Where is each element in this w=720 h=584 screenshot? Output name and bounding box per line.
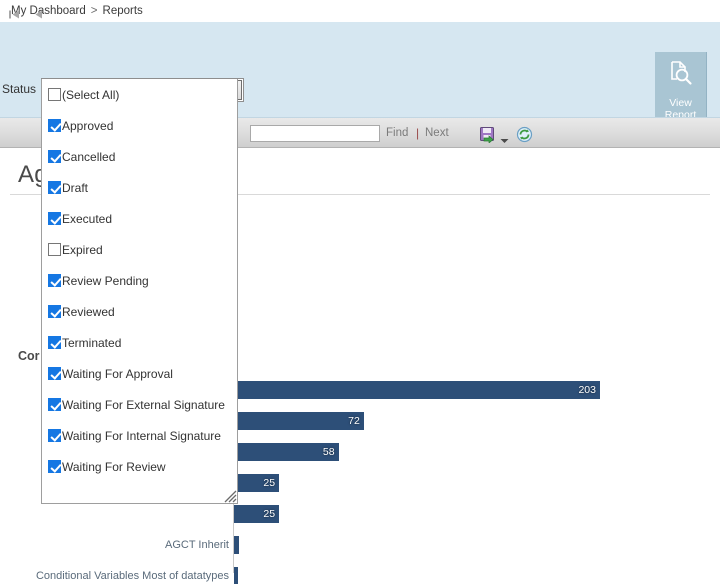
report-viewer-page: My Dashboard > Reports Status Approved, … <box>0 0 720 584</box>
chart-category-label: AGCT Inherit <box>165 539 229 551</box>
option-label: Waiting For Review <box>62 459 166 474</box>
dropdown-option[interactable]: Expired <box>42 234 237 265</box>
dropdown-option[interactable]: (Select All) <box>42 79 237 110</box>
bar-value-label: 203 <box>578 384 596 396</box>
status-filter-label: Status <box>2 82 37 96</box>
option-checkbox[interactable] <box>48 367 61 380</box>
find-input[interactable] <box>250 125 380 142</box>
option-checkbox[interactable] <box>48 274 61 287</box>
chart-category-label: Conditional Variables Most of datatypes <box>35 570 229 582</box>
option-label: Cancelled <box>62 149 116 164</box>
dropdown-resize-grip[interactable] <box>221 487 237 503</box>
chart-bar[interactable]: 25 <box>234 505 280 523</box>
option-checkbox[interactable] <box>48 243 61 256</box>
bar-value-label: 25 <box>263 508 276 520</box>
option-checkbox[interactable] <box>48 429 61 442</box>
dropdown-option[interactable]: Waiting For Approval <box>42 358 237 389</box>
toolbar-separator: | <box>416 126 420 140</box>
export-dropdown-caret-icon[interactable] <box>500 131 509 149</box>
dropdown-option[interactable]: Terminated <box>42 327 237 358</box>
previous-page-icon <box>30 6 47 23</box>
view-report-button[interactable]: View Report <box>655 52 707 128</box>
breadcrumb-separator: > <box>90 5 98 17</box>
breadcrumb-item-reports[interactable]: Reports <box>103 5 143 17</box>
view-report-label-line1: View <box>669 96 692 109</box>
find-button[interactable]: Find <box>386 127 408 139</box>
dropdown-option[interactable]: Waiting For Review <box>42 451 237 482</box>
option-checkbox[interactable] <box>48 460 61 473</box>
dropdown-option[interactable]: Reviewed <box>42 296 237 327</box>
option-label: (Select All) <box>62 87 120 102</box>
chart-bar[interactable]: 25 <box>234 474 280 492</box>
dropdown-option[interactable]: Approved <box>42 110 237 141</box>
chart-bar[interactable]: 72 <box>234 412 364 430</box>
bar-value-label: 72 <box>348 415 360 427</box>
document-search-icon <box>666 59 696 94</box>
chart-bar[interactable]: 203 <box>234 381 600 399</box>
chart-bar[interactable]: 58 <box>234 443 339 461</box>
previous-page-button[interactable] <box>30 6 47 23</box>
option-label: Waiting For External Signature <box>62 397 225 412</box>
chart-bar[interactable] <box>234 567 238 584</box>
first-page-button[interactable] <box>6 6 23 23</box>
option-label: Executed <box>62 211 113 226</box>
option-checkbox[interactable] <box>48 336 61 349</box>
option-label: Approved <box>62 118 114 133</box>
dropdown-option[interactable]: Waiting For Internal Signature <box>42 420 237 451</box>
option-checkbox[interactable] <box>48 119 61 132</box>
status-dropdown-list[interactable]: (Select All) Approved Cancelled Draft Execut… <box>41 79 238 504</box>
option-label: Terminated <box>62 335 122 350</box>
dropdown-option[interactable]: Cancelled <box>42 141 237 172</box>
option-label: Waiting For Internal Signature <box>62 428 221 443</box>
dropdown-option[interactable]: Waiting For External Signature <box>42 389 237 420</box>
dropdown-option[interactable]: Review Pending <box>42 265 237 296</box>
breadcrumb: My Dashboard > Reports <box>0 0 720 22</box>
option-label: Reviewed <box>62 304 115 319</box>
option-label: Expired <box>62 242 103 257</box>
dropdown-option[interactable]: Executed <box>42 203 237 234</box>
option-checkbox[interactable] <box>48 88 61 101</box>
option-label: Draft <box>62 180 89 195</box>
option-label: Waiting For Approval <box>62 366 173 381</box>
dropdown-option[interactable]: Draft <box>42 172 237 203</box>
bar-value-label: 58 <box>322 446 335 458</box>
option-checkbox[interactable] <box>48 305 61 318</box>
bar-value-label: 25 <box>263 477 276 489</box>
save-export-icon[interactable] <box>479 126 496 143</box>
option-checkbox[interactable] <box>48 212 61 225</box>
option-checkbox[interactable] <box>48 150 61 163</box>
refresh-icon[interactable] <box>516 126 533 148</box>
next-button[interactable]: Next <box>425 127 449 139</box>
option-checkbox[interactable] <box>48 181 61 194</box>
option-checkbox[interactable] <box>48 398 61 411</box>
chart-bar[interactable] <box>234 536 240 554</box>
option-label: Review Pending <box>62 273 149 288</box>
first-page-icon <box>6 6 23 23</box>
